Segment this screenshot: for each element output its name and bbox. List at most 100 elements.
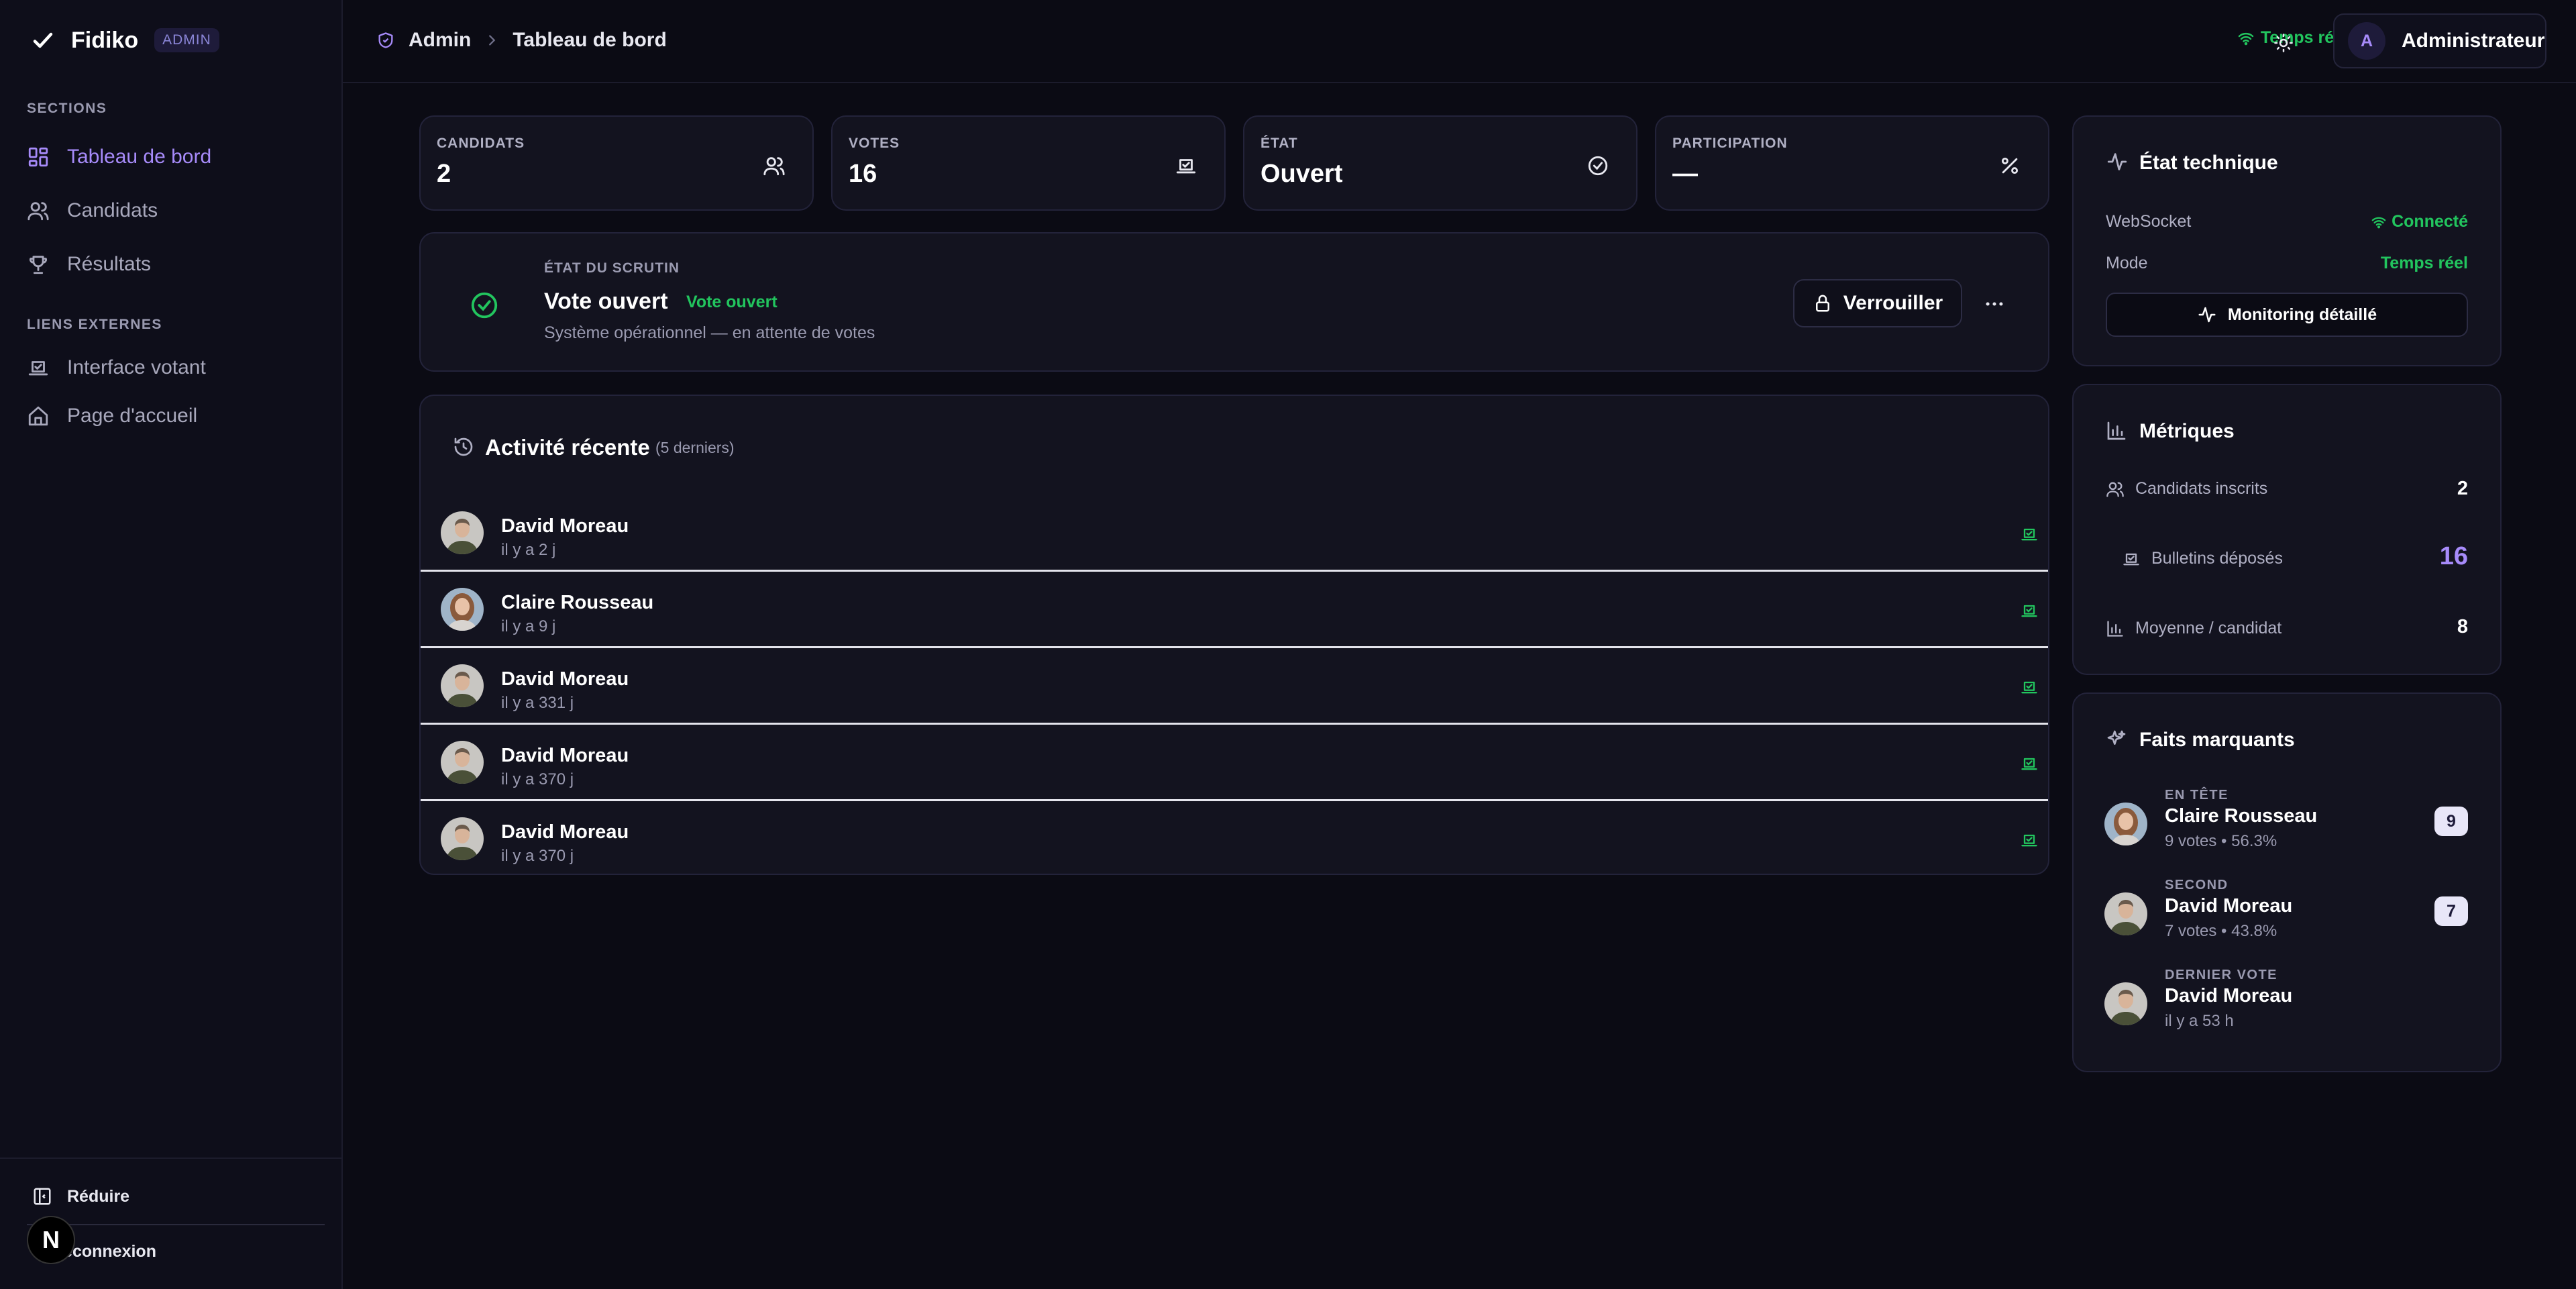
more-options-button[interactable]: [1981, 293, 2008, 315]
activity-pulse-icon: [2197, 305, 2217, 325]
sidebar-item-voter-interface[interactable]: Interface votant: [27, 348, 206, 388]
ballot-icon: [2020, 754, 2039, 773]
stat-value: Ouvert: [1260, 160, 1343, 188]
avatar: [441, 511, 484, 554]
highlight-label: EN TÊTE: [2165, 788, 2229, 803]
tech-title: État technique: [2139, 152, 2278, 174]
metrics-panel: Métriques Candidats inscrits 2 Bulletins…: [2072, 384, 2502, 675]
metric-value: 8: [2457, 616, 2468, 637]
metric-row-average: Moyenne / candidat: [2106, 619, 2282, 638]
stat-label: CANDIDATS: [437, 136, 525, 151]
wifi-icon: [2371, 215, 2386, 229]
percent-icon: [1998, 154, 2021, 177]
ballot-icon: [2020, 601, 2039, 620]
avatar: [441, 741, 484, 784]
user-menu-button[interactable]: A Administrateur: [2333, 13, 2546, 68]
activity-name: David Moreau: [501, 821, 629, 843]
metric-value-highlight: 16: [2439, 542, 2468, 570]
brand-name: Fidiko: [71, 27, 139, 53]
tech-status-panel: État technique WebSocket Connecté Mode T…: [2072, 115, 2502, 366]
ballot-icon: [2122, 550, 2141, 568]
sections-heading: SECTIONS: [27, 101, 107, 116]
check-circle-icon: [1587, 154, 1609, 177]
users-icon: [2106, 480, 2125, 499]
avatar: A: [2348, 22, 2385, 60]
breadcrumb-root[interactable]: Admin: [409, 29, 471, 52]
activity-time: il y a 9 j: [501, 617, 556, 635]
user-name: Administrateur: [2402, 30, 2545, 52]
avatar: [2104, 892, 2147, 935]
mode-label: Mode: [2106, 254, 2148, 272]
trophy-icon: [27, 253, 50, 276]
check-logo-icon: [31, 28, 55, 52]
highlight-sub: 9 votes • 56.3%: [2165, 832, 2277, 850]
avatar: [441, 664, 484, 707]
dev-tools-badge[interactable]: N: [27, 1216, 75, 1264]
chevron-right-icon: [484, 33, 499, 48]
top-header: Admin Tableau de bord Temps réel A Admin…: [343, 0, 2576, 83]
dashboard-icon: [27, 146, 50, 168]
avatar: [441, 817, 484, 860]
sidebar-item-label: Candidats: [67, 199, 158, 221]
status-badge: Vote ouvert: [686, 293, 777, 311]
activity-name: David Moreau: [501, 745, 629, 766]
websocket-status: Connecté: [2371, 212, 2468, 231]
recent-activity-card: Activité récente (5 derniers) David More…: [419, 395, 2049, 875]
highlight-name: Claire Rousseau: [2165, 805, 2318, 827]
mode-value: Temps réel: [2380, 254, 2468, 272]
ballot-icon: [2020, 678, 2039, 697]
metric-label: Candidats inscrits: [2135, 479, 2268, 498]
activity-row[interactable]: Claire Rousseau il y a 9 j: [421, 572, 2048, 648]
scrutin-title: Vote ouvert: [544, 289, 668, 314]
collapse-label: Réduire: [67, 1186, 130, 1206]
breadcrumb: Admin Tableau de bord: [376, 25, 667, 55]
metric-label: Bulletins déposés: [2151, 549, 2283, 568]
activity-time: il y a 370 j: [501, 847, 574, 865]
ballot-icon: [27, 356, 50, 379]
stat-value: —: [1672, 160, 1698, 188]
external-links-heading: LIENS EXTERNES: [27, 317, 162, 332]
metric-row-ballots: Bulletins déposés: [2122, 549, 2283, 568]
collapse-button[interactable]: Réduire: [32, 1180, 129, 1213]
sidebar-item-label: Interface votant: [67, 356, 206, 378]
metric-row-candidates: Candidats inscrits: [2106, 479, 2267, 499]
monitoring-button[interactable]: Monitoring détaillé: [2106, 293, 2468, 337]
stat-label: ÉTAT: [1260, 136, 1298, 151]
sidebar-item-results[interactable]: Résultats: [27, 244, 151, 285]
history-icon: [453, 436, 474, 458]
sidebar-item-home-page[interactable]: Page d'accueil: [27, 396, 197, 436]
theme-toggle-button[interactable]: [2265, 24, 2302, 62]
highlight-label: DERNIER VOTE: [2165, 968, 2278, 982]
activity-row[interactable]: David Moreau il y a 370 j: [421, 801, 2048, 874]
activity-row[interactable]: David Moreau il y a 331 j: [421, 648, 2048, 725]
sidebar-item-candidates[interactable]: Candidats: [27, 191, 158, 231]
sidebar-item-label: Tableau de bord: [67, 146, 212, 168]
activity-time: il y a 331 j: [501, 694, 574, 712]
metrics-title: Métriques: [2139, 420, 2235, 442]
home-icon: [27, 405, 50, 427]
stat-card-votes: VOTES 16: [831, 115, 1226, 211]
sidebar-item-dashboard[interactable]: Tableau de bord: [27, 137, 211, 177]
websocket-value: Connecté: [2392, 212, 2468, 231]
avatar: [441, 588, 484, 631]
scrutin-status-card: ÉTAT DU SCRUTIN Vote ouvert Vote ouvert …: [419, 232, 2049, 372]
lock-button[interactable]: Verrouiller: [1793, 279, 1962, 327]
highlight-sub: 7 votes • 43.8%: [2165, 922, 2277, 940]
highlight-name: David Moreau: [2165, 895, 2293, 917]
activity-time: il y a 370 j: [501, 770, 574, 788]
highlights-title: Faits marquants: [2139, 729, 2295, 751]
activity-row[interactable]: David Moreau il y a 370 j: [421, 725, 2048, 801]
sidebar-divider: [0, 1157, 343, 1159]
app-root: Fidiko ADMIN SECTIONS Tableau de bord Ca…: [0, 0, 2576, 1289]
bar-chart-icon: [2106, 420, 2127, 442]
brand[interactable]: Fidiko ADMIN: [31, 25, 219, 55]
sun-icon: [2273, 33, 2294, 53]
activity-row[interactable]: David Moreau il y a 2 j: [421, 495, 2048, 572]
admin-badge: ADMIN: [154, 28, 219, 52]
breadcrumb-current: Tableau de bord: [513, 29, 667, 51]
collapse-icon: [32, 1186, 52, 1206]
check-circle-icon: [469, 290, 500, 321]
metric-label: Moyenne / candidat: [2135, 619, 2282, 637]
sidebar-item-label: Page d'accueil: [67, 405, 198, 427]
stat-card-participation: PARTICIPATION —: [1655, 115, 2049, 211]
